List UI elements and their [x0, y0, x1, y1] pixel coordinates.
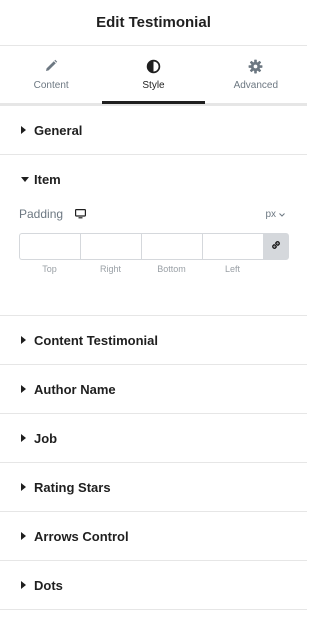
panel-header: Edit Testimonial	[0, 0, 307, 46]
caret-right-icon	[21, 531, 34, 541]
caret-down-icon	[21, 174, 34, 184]
padding-dimensions	[19, 233, 289, 260]
padding-top-input[interactable]	[19, 233, 80, 260]
section-content-testimonial: Content Testimonial	[0, 316, 307, 365]
dimension-label-left: Left	[224, 264, 240, 274]
padding-right-input[interactable]	[80, 233, 141, 260]
caret-right-icon	[21, 335, 34, 345]
tab-content-label: Content	[33, 80, 69, 91]
section-title: General	[34, 122, 83, 138]
section-dots: Dots	[0, 561, 307, 610]
tab-style-label: Style	[142, 80, 165, 91]
section-rating-stars: Rating Stars	[0, 463, 307, 512]
section-general-header[interactable]: General	[0, 106, 307, 154]
tab-bar: Content Style Advanced	[0, 46, 307, 104]
caret-right-icon	[21, 125, 34, 135]
section-item: Item Padding px Top Right Bottom Left	[0, 155, 307, 316]
panel-title: Edit Testimonial	[96, 14, 211, 31]
dimension-label-right: Right	[99, 264, 121, 274]
section-title: Author Name	[34, 381, 116, 397]
section-title: Job	[34, 430, 58, 446]
unit-value: px	[265, 208, 276, 220]
section-title: Content Testimonial	[34, 332, 158, 348]
desktop-icon[interactable]	[75, 208, 87, 220]
unit-selector[interactable]: px	[265, 209, 285, 220]
section-general-block: General	[0, 106, 307, 155]
tab-style[interactable]: Style	[102, 46, 205, 104]
section-rating-stars-header[interactable]: Rating Stars	[0, 463, 307, 511]
section-arrows-control-header[interactable]: Arrows Control	[0, 512, 307, 560]
section-author-name: Author Name	[0, 365, 307, 414]
section-title: Arrows Control	[34, 528, 129, 544]
section-item-header[interactable]: Item	[0, 155, 307, 203]
chevron-down-icon	[279, 209, 285, 220]
padding-left-input[interactable]	[202, 233, 263, 260]
pencil-icon	[43, 58, 59, 74]
gear-icon	[248, 58, 264, 74]
padding-bottom-input[interactable]	[141, 233, 202, 260]
tab-advanced[interactable]: Advanced	[205, 46, 307, 103]
tab-content[interactable]: Content	[0, 46, 102, 103]
section-job: Job	[0, 414, 307, 463]
padding-control: Padding px	[0, 200, 307, 228]
section-title: Rating Stars	[34, 479, 111, 495]
dimension-label-top: Top	[42, 264, 57, 274]
contrast-icon	[145, 58, 161, 74]
link-icon	[270, 238, 282, 256]
section-content-testimonial-header[interactable]: Content Testimonial	[0, 316, 307, 364]
caret-right-icon	[21, 482, 34, 492]
caret-right-icon	[21, 384, 34, 394]
caret-right-icon	[21, 433, 34, 443]
section-arrows-control: Arrows Control	[0, 512, 307, 561]
tab-advanced-label: Advanced	[233, 80, 279, 91]
dimension-label-bottom: Bottom	[157, 264, 186, 274]
padding-dimension-labels: Top Right Bottom Left	[19, 264, 289, 274]
link-values-button[interactable]	[263, 233, 289, 260]
section-author-name-header[interactable]: Author Name	[0, 365, 307, 413]
caret-right-icon	[21, 580, 34, 590]
section-dots-header[interactable]: Dots	[0, 561, 307, 609]
section-title: Item	[34, 171, 61, 187]
padding-label: Padding	[19, 207, 64, 221]
section-job-header[interactable]: Job	[0, 414, 307, 462]
section-title: Dots	[34, 577, 63, 593]
